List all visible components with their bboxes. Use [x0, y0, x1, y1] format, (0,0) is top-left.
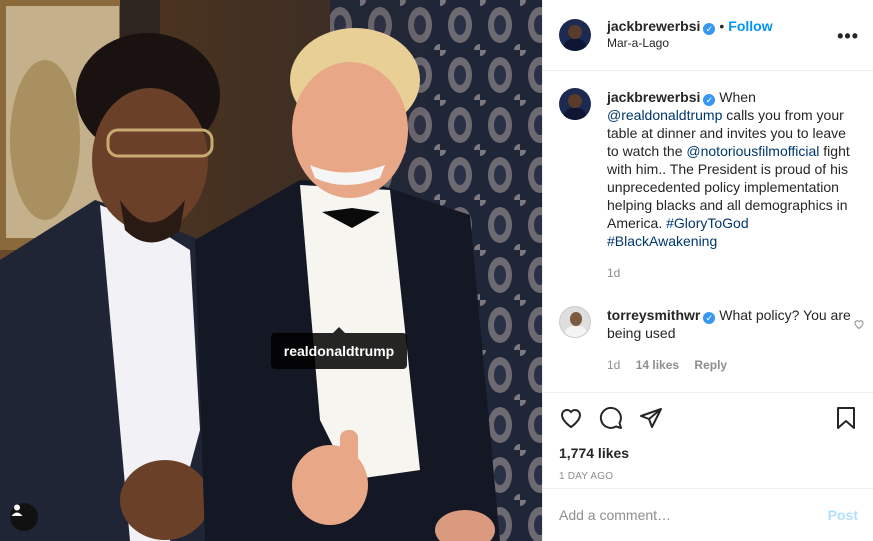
- post-photo[interactable]: realdonaldtrump: [0, 0, 542, 541]
- post-comment-button[interactable]: Post: [828, 507, 858, 523]
- comment-likes[interactable]: 14 likes: [636, 358, 679, 372]
- commenter-avatar[interactable]: [559, 306, 591, 338]
- likes-count[interactable]: 1,774 likes: [559, 445, 858, 461]
- mention-realdonaldtrump[interactable]: @realdonaldtrump: [607, 107, 722, 123]
- comment-input[interactable]: [559, 507, 828, 523]
- comment-body: torreysmithwr ✓ What policy? You are bein…: [607, 306, 857, 374]
- save-bookmark-icon[interactable]: [834, 406, 858, 430]
- hashtag-blackawakening[interactable]: #BlackAwakening: [607, 233, 717, 249]
- verified-badge-icon: ✓: [703, 23, 716, 35]
- caption-username[interactable]: jackbrewerbsi: [607, 89, 700, 105]
- heart-icon[interactable]: [559, 406, 583, 430]
- hashtag-glorytogod[interactable]: #GloryToGod: [666, 215, 748, 231]
- comment-time[interactable]: 1d: [607, 358, 620, 372]
- user-tag[interactable]: realdonaldtrump: [271, 327, 407, 369]
- instagram-post: realdonaldtrump jackbrewerbsi ✓ • Follow Ma…: [0, 0, 873, 541]
- caption: jackbrewerbsi ✓ When @realdonaldtrump cal…: [559, 88, 858, 282]
- post-sidebar: jackbrewerbsi ✓ • Follow Mar-a-Lago ••• jac…: [542, 0, 873, 541]
- action-icons: [559, 393, 858, 443]
- person-icon: [11, 504, 23, 516]
- caption-meta: 1d: [607, 264, 857, 282]
- location-link[interactable]: Mar-a-Lago: [607, 35, 773, 52]
- user-tag-label: realdonaldtrump: [283, 343, 395, 359]
- reply-button[interactable]: Reply: [694, 358, 727, 372]
- add-comment-bar: Post: [543, 488, 873, 541]
- post-timestamp[interactable]: 1 DAY AGO: [559, 471, 858, 482]
- verified-badge-icon: ✓: [703, 312, 716, 324]
- post-header: jackbrewerbsi ✓ • Follow Mar-a-Lago •••: [543, 0, 873, 71]
- comment-meta: 1d 14 likes Reply: [607, 356, 857, 374]
- like-comment-heart-icon[interactable]: [853, 318, 865, 330]
- comment: torreysmithwr ✓ What policy? You are bein…: [559, 306, 858, 374]
- commenter-username[interactable]: torreysmithwr: [607, 307, 700, 323]
- share-icon[interactable]: [639, 406, 663, 430]
- comments-section[interactable]: jackbrewerbsi ✓ When @realdonaldtrump cal…: [543, 72, 873, 390]
- separator-dot: •: [719, 18, 725, 34]
- more-options-icon[interactable]: •••: [837, 26, 859, 47]
- caption-text-1: When: [719, 89, 756, 105]
- action-bar: 1,774 likes 1 DAY AGO: [543, 392, 873, 482]
- comment-icon[interactable]: [599, 406, 623, 430]
- photo-illustration: [0, 0, 542, 541]
- author-avatar[interactable]: [559, 19, 591, 51]
- mention-notoriousfilmofficial[interactable]: @notoriousfilmofficial: [686, 143, 819, 159]
- caption-time[interactable]: 1d: [607, 266, 620, 280]
- caption-avatar[interactable]: [559, 88, 591, 120]
- follow-button[interactable]: Follow: [728, 18, 772, 34]
- verified-badge-icon: ✓: [703, 94, 716, 106]
- user-tag-icon[interactable]: [10, 503, 38, 531]
- header-text: jackbrewerbsi ✓ • Follow Mar-a-Lago: [607, 18, 773, 52]
- caption-body: jackbrewerbsi ✓ When @realdonaldtrump cal…: [607, 88, 857, 282]
- author-username[interactable]: jackbrewerbsi: [607, 18, 700, 34]
